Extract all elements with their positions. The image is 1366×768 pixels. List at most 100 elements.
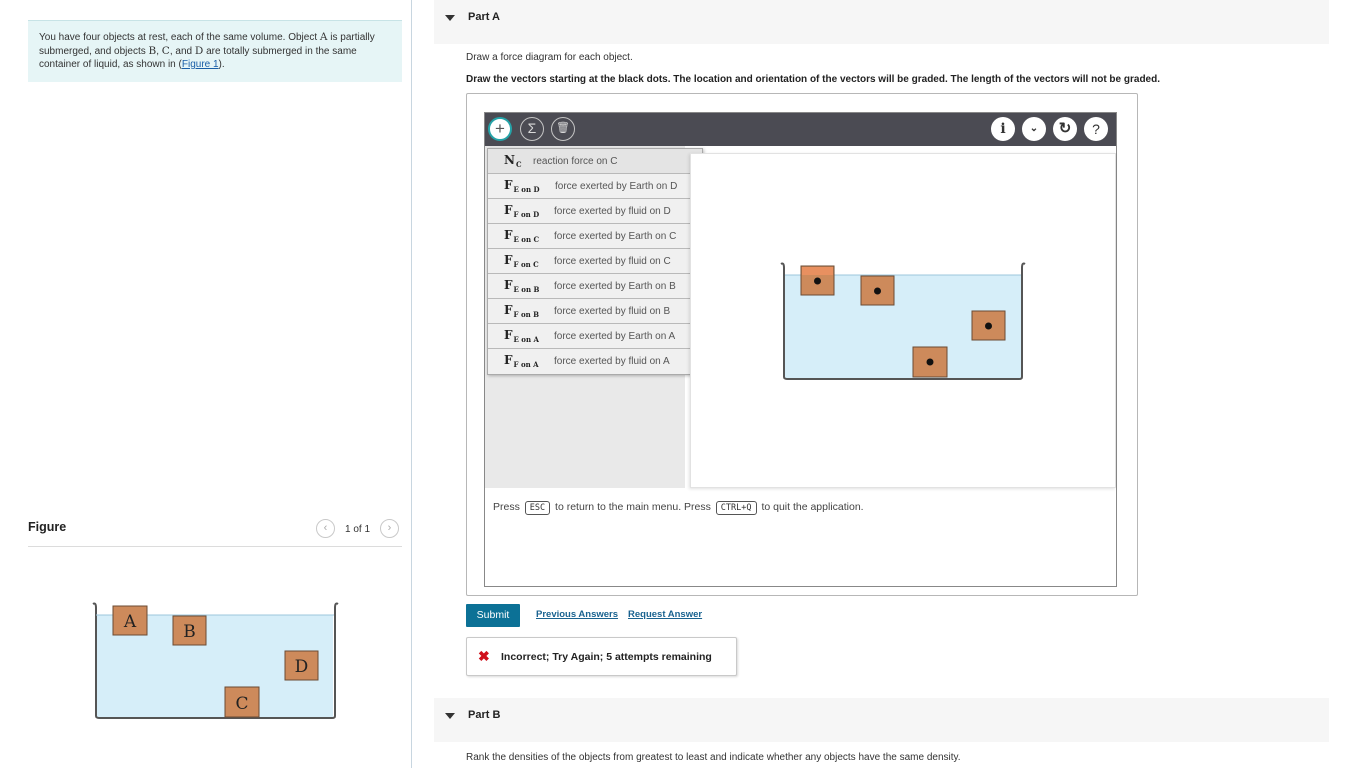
figure-image: A B D C <box>92 602 339 719</box>
canvas-block-a <box>800 265 835 296</box>
left-panel: You have four objects at rest, each of t… <box>0 0 412 768</box>
object-a-label: A <box>319 31 328 43</box>
caret-down-icon <box>445 713 455 719</box>
menu-item[interactable]: FF on D force exerted by fluid on D <box>488 199 702 224</box>
add-vector-button[interactable]: + <box>488 117 512 141</box>
canvas-block-c <box>912 346 948 378</box>
canvas-scene <box>780 262 1026 380</box>
delete-button[interactable]: 🗑 <box>551 117 575 141</box>
menu-description: force exerted by Earth on A <box>554 331 676 342</box>
dropdown-button[interactable]: ⌄ <box>1022 117 1046 141</box>
menu-symbol: FF on D <box>504 203 540 219</box>
part-b-header[interactable]: Part B <box>434 698 1329 742</box>
trash-icon: 🗑 <box>556 122 570 134</box>
hint-text: to quit the application. <box>761 501 864 513</box>
figure-block-b: B <box>172 615 207 646</box>
menu-description: force exerted by fluid on B <box>554 306 671 317</box>
chevron-left-icon: ‹ <box>323 522 328 534</box>
menu-symbol: FE on D <box>504 178 540 194</box>
menu-description: force exerted by fluid on A <box>554 356 670 367</box>
vector-menu: NC reaction force on C FE on D force exe… <box>487 148 703 375</box>
menu-description: force exerted by fluid on D <box>554 206 671 217</box>
plus-icon: + <box>495 119 505 138</box>
hint-text: Press <box>493 501 520 513</box>
menu-symbol: FF on C <box>504 253 539 269</box>
previous-answers-link[interactable]: Previous Answers <box>536 609 618 620</box>
figure-label-a: A <box>123 612 137 632</box>
figure-page-indicator: 1 of 1 <box>345 524 371 535</box>
ctrl-q-key: CTRL+Q <box>715 501 757 515</box>
anchor-dot-c[interactable] <box>926 358 934 366</box>
sum-button[interactable]: Σ <box>520 117 544 141</box>
feedback-message: Incorrect; Try Again; 5 attempts remaini… <box>501 651 712 663</box>
object-c-label: C <box>161 44 170 57</box>
menu-item[interactable]: FE on A force exerted by Earth on A <box>488 324 702 349</box>
problem-statement: You have four objects at rest, each of t… <box>28 20 402 82</box>
sigma-icon: Σ <box>527 120 537 136</box>
figure-label-d: D <box>295 657 309 677</box>
menu-item[interactable]: FE on C force exerted by Earth on C <box>488 224 702 249</box>
intro-text: , and <box>169 45 195 57</box>
menu-item[interactable]: FF on B force exerted by fluid on B <box>488 299 702 324</box>
menu-item[interactable]: FE on B force exerted by Earth on B <box>488 274 702 299</box>
figure-label-c: C <box>235 694 248 714</box>
drawing-canvas[interactable] <box>690 153 1116 488</box>
menu-description: force exerted by Earth on D <box>555 181 678 192</box>
help-icon: ? <box>1092 121 1100 137</box>
caret-down-icon <box>445 15 455 21</box>
menu-item[interactable]: FF on A force exerted by fluid on A <box>488 349 702 374</box>
keyboard-hint: Press ESC to return to the main menu. Pr… <box>493 501 864 515</box>
reset-icon: ↻ <box>1058 120 1072 137</box>
part-a-header[interactable]: Part A <box>434 0 1329 44</box>
figure-block-d: D <box>284 650 319 681</box>
menu-description: force exerted by Earth on B <box>554 281 676 292</box>
figure-header: Figure ‹ 1 of 1 › <box>28 518 402 547</box>
menu-item[interactable]: NC reaction force on C <box>488 149 702 174</box>
figure-block-a: A <box>112 605 148 636</box>
menu-symbol: NC <box>504 153 522 169</box>
menu-symbol: FE on A <box>504 328 539 344</box>
figure-next-button[interactable]: › <box>380 519 399 538</box>
reset-button[interactable]: ↻ <box>1053 117 1077 141</box>
info-button[interactable]: i <box>991 117 1015 141</box>
figure-link[interactable]: Figure 1 <box>182 59 219 70</box>
x-icon: ✖ <box>478 648 490 664</box>
applet-toolbar: + Σ 🗑 i ⌄ ↻ ? <box>485 113 1116 146</box>
figure-label-b: B <box>183 622 196 642</box>
menu-item[interactable]: FE on D force exerted by Earth on D <box>488 174 702 199</box>
esc-key: ESC <box>524 501 551 515</box>
info-icon: i <box>1000 121 1006 137</box>
menu-description: force exerted by Earth on C <box>554 231 677 242</box>
intro-text: You have four objects at rest, each of t… <box>39 32 320 43</box>
help-button[interactable]: ? <box>1084 117 1108 141</box>
part-a-instruction-bold: Draw the vectors starting at the black d… <box>466 74 1160 85</box>
menu-description: force exerted by fluid on C <box>554 256 671 267</box>
force-diagram-applet: + Σ 🗑 i ⌄ ↻ ? NC reaction force on C FE … <box>484 112 1117 587</box>
anchor-dot-b[interactable] <box>874 287 881 295</box>
part-b-instruction: Rank the densities of the objects from g… <box>466 752 961 763</box>
chevron-right-icon: › <box>387 522 392 534</box>
figure-title: Figure <box>28 520 67 534</box>
request-answer-link[interactable]: Request Answer <box>628 609 702 620</box>
hint-text: to return to the main menu. Press <box>555 501 711 513</box>
canvas-block-d <box>971 310 1006 341</box>
part-a-instruction: Draw a force diagram for each object. <box>466 52 633 63</box>
figure-prev-button[interactable]: ‹ <box>316 519 335 538</box>
chevron-down-icon: ⌄ <box>1029 123 1039 134</box>
feedback-box: ✖ Incorrect; Try Again; 5 attempts remai… <box>466 637 737 676</box>
menu-symbol: FF on B <box>504 303 540 319</box>
menu-symbol: FE on B <box>504 278 540 294</box>
menu-symbol: FE on C <box>504 228 540 244</box>
intro-text: ). <box>218 59 225 70</box>
menu-item[interactable]: FF on C force exerted by fluid on C <box>488 249 702 274</box>
submit-button[interactable]: Submit <box>466 604 520 627</box>
menu-description: reaction force on C <box>533 156 618 167</box>
panel-divider <box>411 0 412 768</box>
figure-block-c: C <box>224 686 260 718</box>
canvas-block-b <box>860 275 895 306</box>
part-b-title: Part B <box>468 709 501 721</box>
anchor-dot-a[interactable] <box>814 277 821 285</box>
menu-symbol: FF on A <box>504 353 539 369</box>
anchor-dot-d[interactable] <box>985 322 992 330</box>
part-a-title: Part A <box>468 11 500 23</box>
